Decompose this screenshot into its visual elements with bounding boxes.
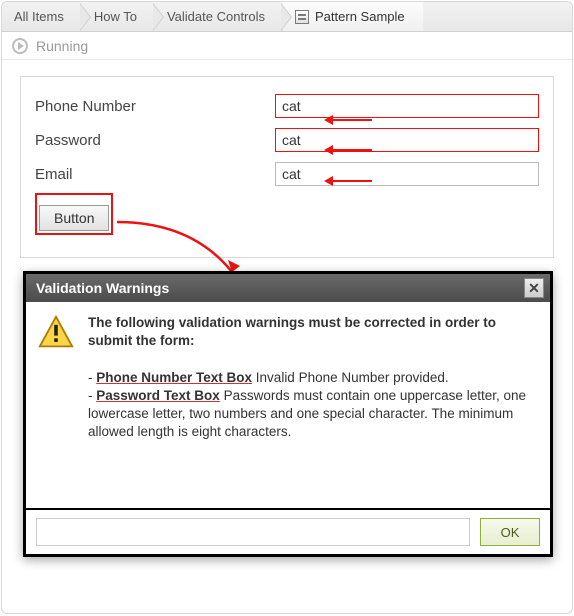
field-label: Phone Number — [35, 98, 275, 115]
field-label: Password — [35, 132, 275, 149]
breadcrumb-label: How To — [94, 9, 137, 24]
ok-button[interactable]: OK — [480, 518, 540, 546]
warning-icon — [38, 314, 74, 498]
breadcrumb-item-validate-controls[interactable]: Validate Controls — [155, 2, 283, 31]
breadcrumb-label: Validate Controls — [167, 9, 265, 24]
breadcrumb-item-pattern-sample[interactable]: Pattern Sample — [283, 2, 423, 31]
form-icon — [295, 10, 309, 24]
phone-input[interactable] — [275, 94, 539, 118]
submit-button-highlight: Button — [35, 193, 113, 235]
field-label: Email — [35, 166, 275, 183]
field-row-password: Password — [35, 125, 539, 155]
close-icon: ✕ — [528, 281, 540, 295]
dialog-footer-input[interactable] — [36, 518, 470, 546]
breadcrumb-item-all-items[interactable]: All Items — [2, 2, 82, 31]
validation-field-name: Phone Number Text Box — [96, 370, 252, 385]
app-window: All Items How To Validate Controls Patte… — [1, 1, 573, 614]
close-button[interactable]: ✕ — [524, 278, 544, 298]
status-bar: Running — [2, 32, 572, 60]
submit-button[interactable]: Button — [39, 205, 109, 231]
field-row-email: Email — [35, 159, 539, 189]
dialog-title: Validation Warnings — [36, 280, 169, 296]
dialog-lead: The following validation warnings must b… — [88, 314, 536, 350]
validation-message: Invalid Phone Number provided. — [256, 370, 449, 385]
password-input[interactable] — [275, 128, 539, 152]
breadcrumb-label: All Items — [14, 9, 64, 24]
breadcrumb: All Items How To Validate Controls Patte… — [2, 2, 572, 32]
email-input[interactable] — [275, 162, 539, 186]
annotation-arrow-icon — [332, 119, 372, 121]
dialog-text: The following validation warnings must b… — [88, 314, 536, 498]
validation-item: - Password Text Box Passwords must conta… — [88, 387, 536, 442]
play-icon — [12, 38, 28, 54]
dialog-body: The following validation warnings must b… — [26, 302, 550, 510]
validation-dialog: Validation Warnings ✕ The following vali… — [23, 271, 553, 557]
annotation-arrow-icon — [332, 149, 372, 151]
form-panel: Phone Number Password Email Button — [20, 76, 554, 258]
field-row-phone: Phone Number — [35, 91, 539, 121]
annotation-arrow-icon — [332, 180, 372, 182]
dialog-footer: OK — [26, 510, 550, 554]
breadcrumb-item-how-to[interactable]: How To — [82, 2, 155, 31]
dialog-titlebar: Validation Warnings ✕ — [26, 274, 550, 302]
breadcrumb-label: Pattern Sample — [315, 9, 405, 24]
status-label: Running — [36, 38, 88, 54]
validation-field-name: Password Text Box — [96, 388, 220, 403]
validation-item: - Phone Number Text Box Invalid Phone Nu… — [88, 369, 536, 387]
ok-button-label: OK — [501, 525, 520, 540]
